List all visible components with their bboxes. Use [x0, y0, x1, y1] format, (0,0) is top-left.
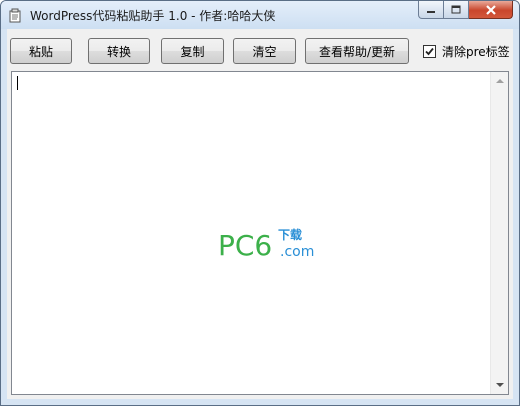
- check-icon: [425, 47, 434, 56]
- window-title: WordPress代码粘贴助手 1.0 - 作者:哈哈大侠: [30, 9, 276, 23]
- close-button[interactable]: [469, 1, 513, 19]
- maximize-button[interactable]: [444, 1, 469, 19]
- scroll-down-button[interactable]: [491, 377, 508, 394]
- app-window: WordPress代码粘贴助手 1.0 - 作者:哈哈大侠 粘贴 转换 复制 清…: [0, 0, 520, 406]
- copy-button[interactable]: 复制: [161, 38, 224, 64]
- pc6-watermark-logo: PC6 下载 .com: [218, 227, 314, 261]
- strip-pre-checkbox[interactable]: [423, 45, 436, 58]
- clear-button[interactable]: 清空: [233, 38, 296, 64]
- strip-pre-label[interactable]: 清除pre标签: [442, 43, 510, 60]
- help-update-button[interactable]: 查看帮助/更新: [305, 38, 409, 64]
- maximize-icon: [451, 5, 461, 14]
- minimize-button[interactable]: [418, 1, 444, 19]
- title-bar[interactable]: WordPress代码粘贴助手 1.0 - 作者:哈哈大侠: [1, 1, 519, 29]
- text-caret: [17, 76, 18, 90]
- convert-button[interactable]: 转换: [88, 38, 150, 64]
- caption-buttons: [418, 1, 513, 20]
- scroll-down-arrow-icon: [495, 383, 504, 387]
- watermark-tagline: 下载: [278, 227, 302, 242]
- scroll-up-arrow-icon: [495, 79, 504, 83]
- minimize-icon: [427, 10, 435, 13]
- watermark-suffix: .com: [280, 244, 314, 260]
- paste-button[interactable]: 粘贴: [10, 38, 72, 64]
- scroll-up-button[interactable]: [491, 72, 508, 89]
- watermark-brand: PC6: [218, 229, 272, 261]
- vertical-scrollbar[interactable]: [490, 72, 508, 394]
- close-icon: [485, 4, 496, 15]
- code-textarea[interactable]: PC6 下载 .com: [11, 71, 509, 395]
- strip-pre-checkbox-group[interactable]: 清除pre标签: [423, 43, 510, 60]
- client-area: 粘贴 转换 复制 清空 查看帮助/更新 清除pre标签 PC6 下载 .com: [7, 29, 513, 399]
- app-icon[interactable]: [8, 8, 24, 24]
